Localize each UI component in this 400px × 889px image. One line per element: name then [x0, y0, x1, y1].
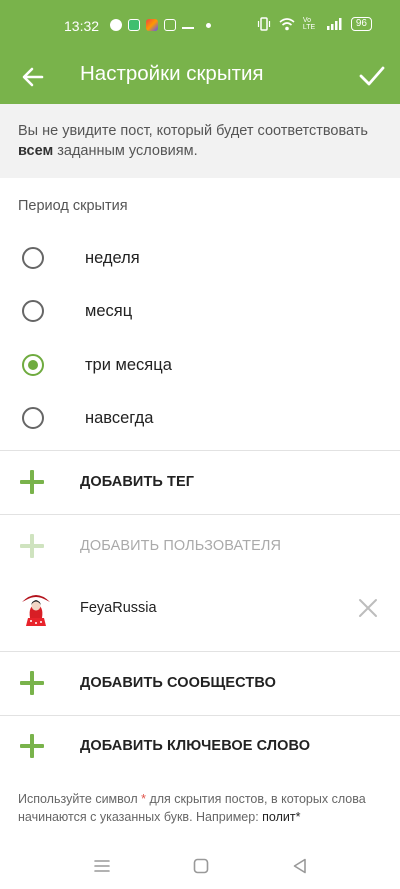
period-label: Период скрытия — [18, 198, 128, 214]
more-notifications-icon — [206, 22, 211, 28]
app-notification-icon — [146, 19, 158, 31]
wifi-icon — [279, 18, 295, 31]
user-name: FeyaRussia — [80, 600, 157, 616]
plus-icon — [20, 534, 44, 558]
keyword-hint: Используйте символ * для скрытия постов,… — [18, 790, 384, 826]
app-bar: Настройки скрытия — [0, 52, 400, 104]
info-banner: Вы не увидите пост, который будет соотве… — [0, 104, 400, 178]
back-nav-icon[interactable] — [290, 856, 310, 876]
plus-icon — [20, 671, 44, 695]
notification-icons — [110, 19, 211, 31]
app-notification-icon — [110, 19, 122, 31]
add-community-label: ДОБАВИТЬ СООБЩЕСТВО — [80, 675, 276, 691]
info-text: Вы не увидите пост, который будет соотве… — [18, 123, 368, 139]
system-icons: Vo LTE 96 — [257, 17, 372, 31]
radio-label: навсегда — [85, 409, 154, 427]
status-bar: 13:32 Vo LTE 96 — [0, 0, 400, 52]
app-notification-icon — [182, 21, 194, 29]
radio-button-checked[interactable] — [22, 354, 44, 376]
plus-icon — [20, 734, 44, 758]
add-community-button[interactable]: ДОБАВИТЬ СООБЩЕСТВО — [0, 653, 400, 713]
divider — [0, 651, 400, 652]
add-keyword-label: ДОБАВИТЬ КЛЮЧЕВОЕ СЛОВО — [80, 738, 311, 754]
plus-icon — [20, 470, 44, 494]
signal-icon — [326, 18, 342, 30]
add-tag-button[interactable]: ДОБАВИТЬ ТЕГ — [0, 452, 400, 512]
add-tag-label: ДОБАВИТЬ ТЕГ — [80, 474, 195, 490]
add-user-label: ДОБАВИТЬ ПОЛЬЗОВАТЕЛЯ — [80, 538, 282, 554]
radio-option-month[interactable]: месяц — [0, 287, 400, 335]
info-text-end: заданным условиям. — [53, 143, 198, 159]
radio-label: три месяца — [85, 356, 172, 374]
radio-label: месяц — [85, 302, 133, 320]
app-notification-icon — [128, 19, 140, 31]
add-keyword-button[interactable]: ДОБАВИТЬ КЛЮЧЕВОЕ СЛОВО — [0, 716, 400, 776]
radio-button[interactable] — [22, 407, 44, 429]
radio-option-three-months[interactable]: три месяца — [0, 341, 400, 389]
volte-label: Vo LTE — [302, 17, 316, 31]
blocked-user-row: FeyaRussia — [0, 580, 400, 636]
radio-label: неделя — [85, 249, 140, 267]
status-time: 13:32 — [64, 18, 100, 34]
vibrate-icon — [257, 17, 270, 31]
divider — [0, 450, 400, 451]
menu-icon[interactable] — [92, 856, 112, 876]
user-avatar — [16, 588, 56, 628]
home-icon[interactable] — [191, 856, 211, 876]
radio-button[interactable] — [22, 247, 44, 269]
battery-indicator: 96 — [350, 17, 372, 31]
hint-text: Используйте символ — [18, 792, 142, 806]
hint-example: полит* — [262, 810, 301, 824]
radio-option-forever[interactable]: навсегда — [0, 394, 400, 442]
arrow-back-icon[interactable] — [20, 64, 46, 90]
divider — [0, 514, 400, 515]
system-nav-bar — [0, 842, 400, 889]
page-title: Настройки скрытия — [80, 62, 264, 85]
radio-option-week[interactable]: неделя — [0, 234, 400, 282]
close-icon[interactable] — [358, 598, 378, 618]
info-text-bold: всем — [18, 143, 54, 159]
app-notification-icon — [164, 19, 176, 31]
radio-button[interactable] — [22, 300, 44, 322]
add-user-button[interactable]: ДОБАВИТЬ ПОЛЬЗОВАТЕЛЯ — [0, 516, 400, 576]
check-icon[interactable] — [358, 62, 386, 90]
